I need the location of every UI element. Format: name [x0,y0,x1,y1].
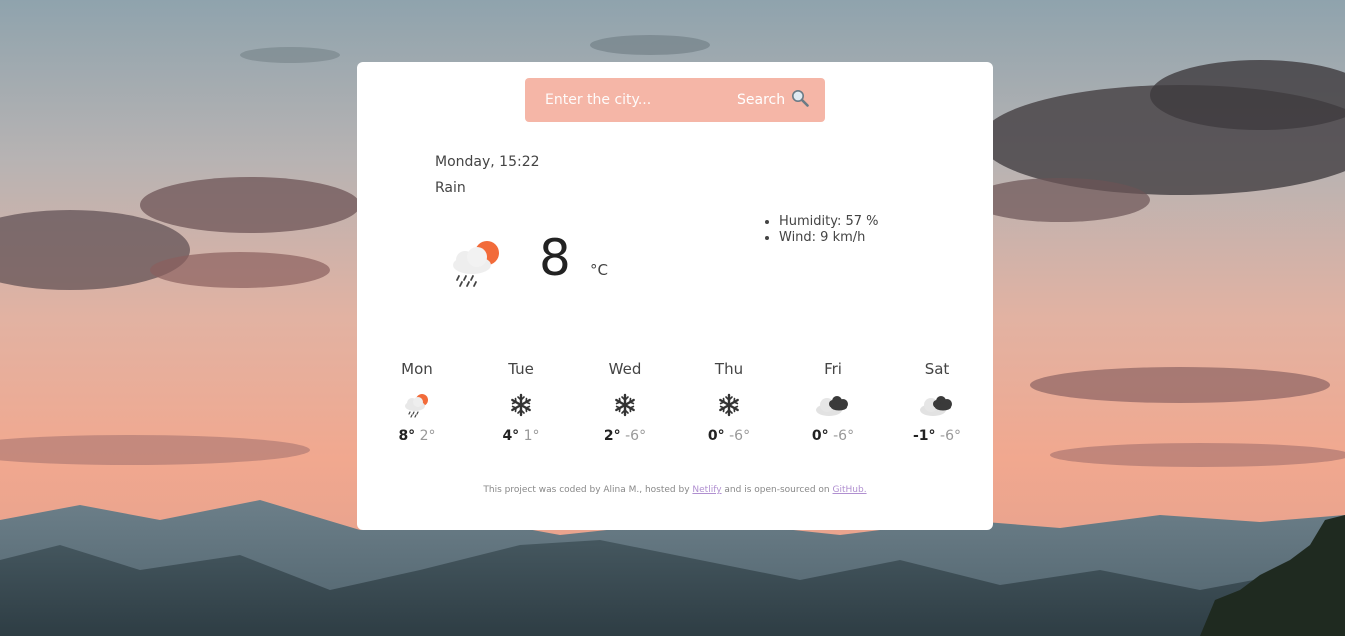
weather-details-list: Humidity: 57 % Wind: 9 km/h [762,214,879,246]
forecast-day-name: Thu [714,360,744,378]
snowflake-icon [677,392,781,418]
forecast-min-temp: -6° [833,428,855,444]
weather-description: Rain [435,180,466,196]
forecast-max-temp: 2° [603,428,621,444]
forecast-day: Tue 4° 1° [469,360,573,444]
search-form: Search [525,78,825,122]
forecast-day-name: Sat [924,360,950,378]
rain-sun-cloud-icon [365,392,469,418]
forecast-min-temp: -6° [625,428,647,444]
forecast-max-temp: 0° [811,428,829,444]
search-button-label: Search [737,92,786,108]
forecast-min-temp: 1° [523,428,540,444]
magnifier-icon [791,89,809,111]
forecast-day: Sat -1° -6° [885,360,989,444]
forecast-max-temp: 0° [707,428,725,444]
github-link[interactable]: GitHub. [833,485,867,495]
rain-sun-cloud-icon [447,238,507,294]
footer-text-1: This project was coded by Alina M., host… [483,485,693,495]
current-temperature: 8 [539,229,571,287]
weather-card: Search Monday, 15:22 Rain 8 °C Humidity:… [357,62,993,530]
snowflake-icon [469,392,573,418]
forecast-max-temp: 8° [398,428,416,444]
forecast-day-name: Fri [824,360,842,378]
netlify-link[interactable]: Netlify [692,485,721,495]
forecast-min-temp: -6° [940,428,961,444]
forecast-day: Mon 8° 2° [365,360,469,444]
forecast-min-temp: -6° [729,428,751,444]
forecast-row: Mon 8° 2° Tue 4° 1° Wed 2° -6° Thu 0° -6… [365,360,985,470]
footer: This project was coded by Alina M., host… [357,485,993,495]
forecast-day-name: Wed [608,360,642,378]
forecast-day: Fri 0° -6° [781,360,885,444]
humidity-detail: Humidity: 57 % [779,214,879,230]
footer-text-2: and is open-sourced on [721,485,833,495]
forecast-day: Wed 2° -6° [573,360,677,444]
dark-clouds-icon [781,392,885,418]
forecast-day: Thu 0° -6° [677,360,781,444]
dark-clouds-icon [885,392,989,418]
forecast-min-temp: 2° [419,428,436,444]
city-search-input[interactable] [537,86,743,114]
wind-detail: Wind: 9 km/h [779,230,879,246]
temperature-unit: °C [590,261,608,279]
forecast-max-temp: 4° [502,428,520,444]
forecast-day-name: Mon [401,360,433,378]
forecast-day-name: Tue [508,360,534,378]
forecast-max-temp: -1° [913,428,936,444]
current-datetime: Monday, 15:22 [435,154,540,170]
search-button[interactable]: Search [733,86,821,114]
snowflake-icon [573,392,677,418]
